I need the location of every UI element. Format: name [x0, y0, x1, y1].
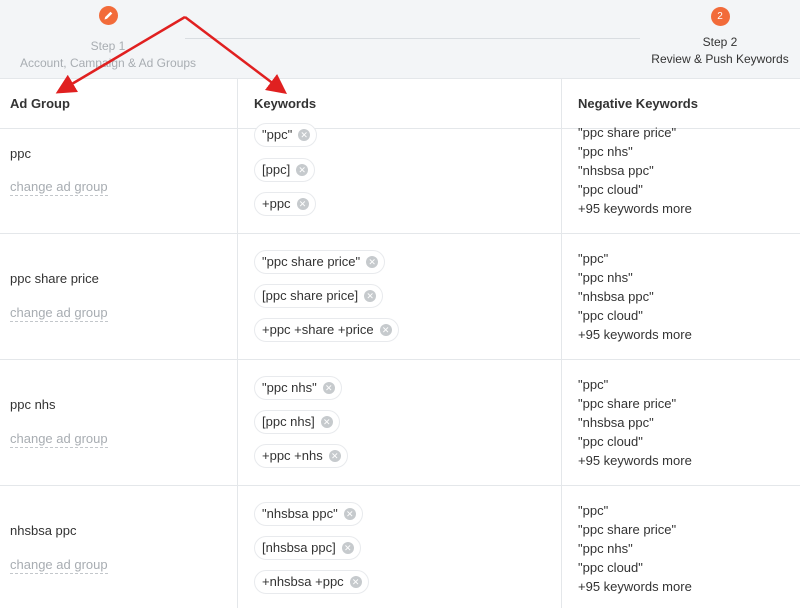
step-1-subtitle: Account, Campaign & Ad Groups [19, 56, 197, 70]
table-row: ppc share price change ad group "ppc sha… [0, 234, 800, 360]
keyword-chip: [ppc nhs] ✕ [254, 410, 340, 434]
change-ad-group-link[interactable]: change ad group [10, 431, 108, 448]
stepper: Step 1 Account, Campaign & Ad Groups 2 S… [0, 0, 800, 79]
header-keywords: Keywords [254, 96, 317, 111]
remove-keyword-icon[interactable]: ✕ [296, 197, 309, 210]
step-connector-line [185, 38, 640, 39]
pencil-icon [104, 11, 112, 20]
table-row: ppc nhs change ad group "ppc nhs" ✕ [ppc … [0, 360, 800, 486]
table-row: ppc change ad group "ppc" ✕ [ppc] ✕ +ppc ✕ … [0, 123, 800, 234]
remove-keyword-icon[interactable]: ✕ [328, 449, 341, 462]
keyword-text: [ppc share price] [262, 288, 359, 303]
negative-keyword: "ppc nhs" [578, 144, 633, 159]
negative-keyword: "ppc" [578, 503, 609, 518]
keyword-text: "ppc share price" [262, 254, 361, 269]
keyword-text: "nhsbsa ppc" [262, 506, 338, 521]
remove-keyword-icon[interactable]: ✕ [296, 163, 309, 176]
negative-keyword: "ppc" [578, 377, 609, 392]
remove-keyword-icon[interactable]: ✕ [341, 541, 354, 554]
keyword-chip: "ppc share price" ✕ [254, 250, 386, 274]
more-negative-keywords[interactable]: +95 keywords more [578, 199, 692, 218]
remove-keyword-icon[interactable]: ✕ [320, 415, 333, 428]
keyword-chip: +ppc ✕ [254, 192, 316, 216]
negative-keyword: "ppc nhs" [578, 270, 633, 285]
keyword-chip: [ppc share price] ✕ [254, 284, 384, 308]
negative-keyword: "ppc share price" [578, 396, 677, 411]
header-ad-group: Ad Group [10, 96, 70, 111]
keyword-text: +ppc +share +price [262, 322, 374, 337]
step-2-title: Step 2 [702, 35, 738, 49]
keyword-text: "ppc nhs" [262, 380, 317, 395]
negative-keyword: "ppc share price" [578, 125, 677, 140]
remove-keyword-icon[interactable]: ✕ [349, 575, 362, 588]
table-row: nhsbsa ppc change ad group "nhsbsa ppc" ✕… [0, 486, 800, 608]
ad-group-name: nhsbsa ppc [10, 523, 77, 538]
negative-keyword: "ppc nhs" [578, 541, 633, 556]
more-negative-keywords[interactable]: +95 keywords more [578, 451, 692, 470]
keyword-text: +ppc +nhs [262, 448, 323, 463]
negative-keyword: "ppc cloud" [578, 560, 643, 575]
keyword-text: [ppc nhs] [262, 414, 315, 429]
negative-keyword: "nhsbsa ppc" [578, 289, 654, 304]
step-2-subtitle: Review & Push Keywords [651, 52, 789, 66]
negative-keyword: "ppc cloud" [578, 434, 643, 449]
negative-keyword: "ppc" [578, 251, 609, 266]
negative-keyword-list: "ppc" "ppc share price" "nhsbsa ppc" "pp… [578, 375, 692, 470]
more-negative-keywords[interactable]: +95 keywords more [578, 577, 692, 596]
negative-keyword: "ppc cloud" [578, 182, 643, 197]
change-ad-group-link[interactable]: change ad group [10, 557, 108, 574]
keyword-chip: [nhsbsa ppc] ✕ [254, 536, 361, 560]
negative-keyword: "ppc share price" [578, 522, 677, 537]
negative-keyword-list: "ppc share price" "ppc nhs" "nhsbsa ppc"… [578, 123, 692, 218]
keyword-text: "ppc" [262, 127, 293, 142]
keyword-text: +nhsbsa +ppc [262, 574, 344, 589]
step-2[interactable]: 2 Step 2 Review & Push Keywords [640, 6, 800, 66]
step-1-badge [98, 6, 118, 25]
ad-group-name: ppc [10, 146, 31, 161]
keyword-chip: "nhsbsa ppc" ✕ [254, 502, 363, 526]
keyword-chip: [ppc] ✕ [254, 158, 316, 182]
remove-keyword-icon[interactable]: ✕ [366, 255, 379, 268]
keyword-chip: "ppc" ✕ [254, 123, 318, 147]
header-negative-keywords: Negative Keywords [578, 96, 698, 111]
keyword-text: +ppc [262, 196, 291, 211]
table-header: Ad Group Keywords Negative Keywords [0, 79, 800, 129]
change-ad-group-link[interactable]: change ad group [10, 179, 108, 196]
step-1-title: Step 1 [90, 39, 126, 53]
negative-keyword: "nhsbsa ppc" [578, 415, 654, 430]
ad-group-name: ppc nhs [10, 397, 56, 412]
remove-keyword-icon[interactable]: ✕ [343, 507, 356, 520]
keyword-chip: "ppc nhs" ✕ [254, 376, 342, 400]
keyword-chip: +ppc +nhs ✕ [254, 444, 348, 468]
remove-keyword-icon[interactable]: ✕ [322, 381, 335, 394]
change-ad-group-link[interactable]: change ad group [10, 305, 108, 322]
more-negative-keywords[interactable]: +95 keywords more [578, 325, 692, 344]
keyword-chip: +nhsbsa +ppc ✕ [254, 570, 369, 594]
keyword-chip: +ppc +share +price ✕ [254, 318, 399, 342]
negative-keyword-list: "ppc" "ppc nhs" "nhsbsa ppc" "ppc cloud"… [578, 249, 692, 344]
remove-keyword-icon[interactable]: ✕ [298, 128, 311, 141]
keyword-text: [nhsbsa ppc] [262, 540, 336, 555]
keyword-text: [ppc] [262, 162, 291, 177]
ad-group-name: ppc share price [10, 271, 99, 286]
step-1[interactable]: Step 1 Account, Campaign & Ad Groups [0, 6, 216, 70]
remove-keyword-icon[interactable]: ✕ [379, 323, 392, 336]
step-2-badge: 2 [710, 7, 730, 26]
negative-keyword: "ppc cloud" [578, 308, 643, 323]
negative-keyword: "nhsbsa ppc" [578, 163, 654, 178]
remove-keyword-icon[interactable]: ✕ [364, 289, 377, 302]
negative-keyword-list: "ppc" "ppc share price" "ppc nhs" "ppc c… [578, 501, 692, 596]
